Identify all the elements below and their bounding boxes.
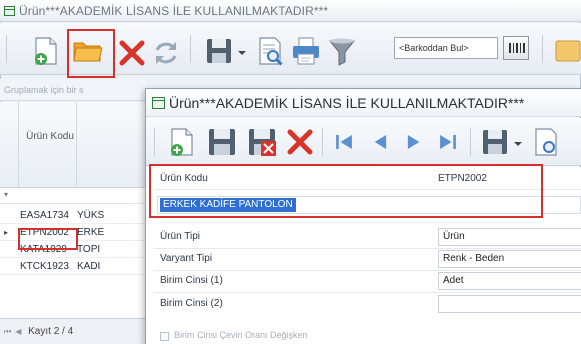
variant-type-label: Varyant Tipi bbox=[160, 253, 213, 264]
dialog-toolbar bbox=[146, 118, 581, 166]
filter-row[interactable]: ▾ bbox=[0, 190, 145, 204]
group-by-hint: Gruplamak için bir s bbox=[0, 79, 145, 101]
table-row[interactable]: EASA1734 YÜKS bbox=[0, 207, 145, 224]
toolbar-separator bbox=[542, 35, 543, 63]
window-title: Ürün***AKADEMİK LİSANS İLE KULLANILMAKTA… bbox=[19, 3, 329, 18]
barcode-search-input[interactable]: <Barkoddan Bul> bbox=[394, 37, 498, 59]
row-code: EASA1734 bbox=[20, 210, 69, 221]
previous-record-icon[interactable] bbox=[366, 128, 394, 156]
first-record-icon[interactable] bbox=[330, 128, 358, 156]
toolbar-separator bbox=[6, 35, 7, 63]
delete-icon[interactable] bbox=[284, 126, 316, 158]
row-name: KADI bbox=[77, 261, 101, 272]
row-code: KTCK1923 bbox=[20, 261, 69, 272]
new-icon[interactable] bbox=[30, 35, 62, 67]
window-form-icon bbox=[4, 5, 15, 16]
record-counter: Kayıt 2 / 4 bbox=[28, 326, 74, 337]
next-record-icon[interactable] bbox=[400, 128, 428, 156]
dialog-form-icon bbox=[152, 96, 165, 109]
highlight-open-button bbox=[67, 29, 115, 78]
product-type-label: Ürün Tipi bbox=[160, 231, 201, 242]
print-icon[interactable] bbox=[290, 35, 322, 67]
conversion-variable-checkbox[interactable] bbox=[160, 332, 169, 341]
barcode-icon[interactable] bbox=[503, 36, 529, 60]
refresh-icon[interactable] bbox=[150, 37, 182, 69]
row-indicator: ▸ bbox=[4, 228, 9, 237]
first-page-icon[interactable]: ⏮ bbox=[4, 327, 11, 336]
toolbar-separator bbox=[190, 35, 191, 63]
more-toolbar-icon[interactable] bbox=[552, 35, 581, 67]
conversion-variable-label: Birim Cinsi Çeviri Oranı Değişken bbox=[174, 330, 308, 340]
highlight-selected-row bbox=[18, 228, 78, 250]
unit2-field[interactable] bbox=[438, 295, 581, 313]
save-icon[interactable] bbox=[206, 126, 238, 158]
column-header-code[interactable]: Ürün Kodu bbox=[22, 130, 78, 143]
dialog-titlebar: Ürün***AKADEMİK LİSANS İLE KULLANILMAKTA… bbox=[146, 89, 581, 117]
row-name: TOPI bbox=[77, 244, 101, 255]
save-close-icon[interactable] bbox=[246, 126, 278, 158]
row-name: ERKE bbox=[77, 227, 105, 238]
main-titlebar: Ürün***AKADEMİK LİSANS İLE KULLANILMAKTA… bbox=[0, 0, 581, 22]
variant-type-field[interactable]: Renk - Beden bbox=[438, 250, 581, 268]
grid-pager: ⏮ ◀ Kayıt 2 / 4 bbox=[0, 318, 145, 344]
preview-icon[interactable] bbox=[254, 35, 286, 67]
unit1-label: Birim Cinsi (1) bbox=[160, 275, 223, 286]
highlight-code-name-fields bbox=[149, 164, 543, 218]
last-record-icon[interactable] bbox=[434, 128, 462, 156]
grid-header: Ürün Kodu bbox=[0, 102, 145, 188]
save-dropdown-icon[interactable] bbox=[480, 126, 524, 158]
previous-page-icon[interactable]: ◀ bbox=[15, 327, 21, 336]
dialog-title: Ürün***AKADEMİK LİSANS İLE KULLANILMAKTA… bbox=[169, 94, 525, 111]
row-name: YÜKS bbox=[77, 210, 105, 221]
unit2-label: Birim Cinsi (2) bbox=[160, 298, 223, 309]
new-icon[interactable] bbox=[166, 126, 198, 158]
product-type-field[interactable]: Ürün bbox=[438, 228, 581, 246]
delete-icon[interactable] bbox=[116, 37, 148, 69]
product-grid: Ürün Kodu ▾ EASA1734 YÜKS ▸ ETPN2002 ERK… bbox=[0, 102, 145, 318]
unit1-field[interactable]: Adet bbox=[438, 272, 581, 290]
save-dropdown-icon[interactable] bbox=[204, 35, 248, 67]
filter-icon[interactable] bbox=[326, 35, 358, 67]
preview-icon[interactable] bbox=[530, 126, 562, 158]
table-row[interactable]: KTCK1923 KADI bbox=[0, 258, 145, 275]
